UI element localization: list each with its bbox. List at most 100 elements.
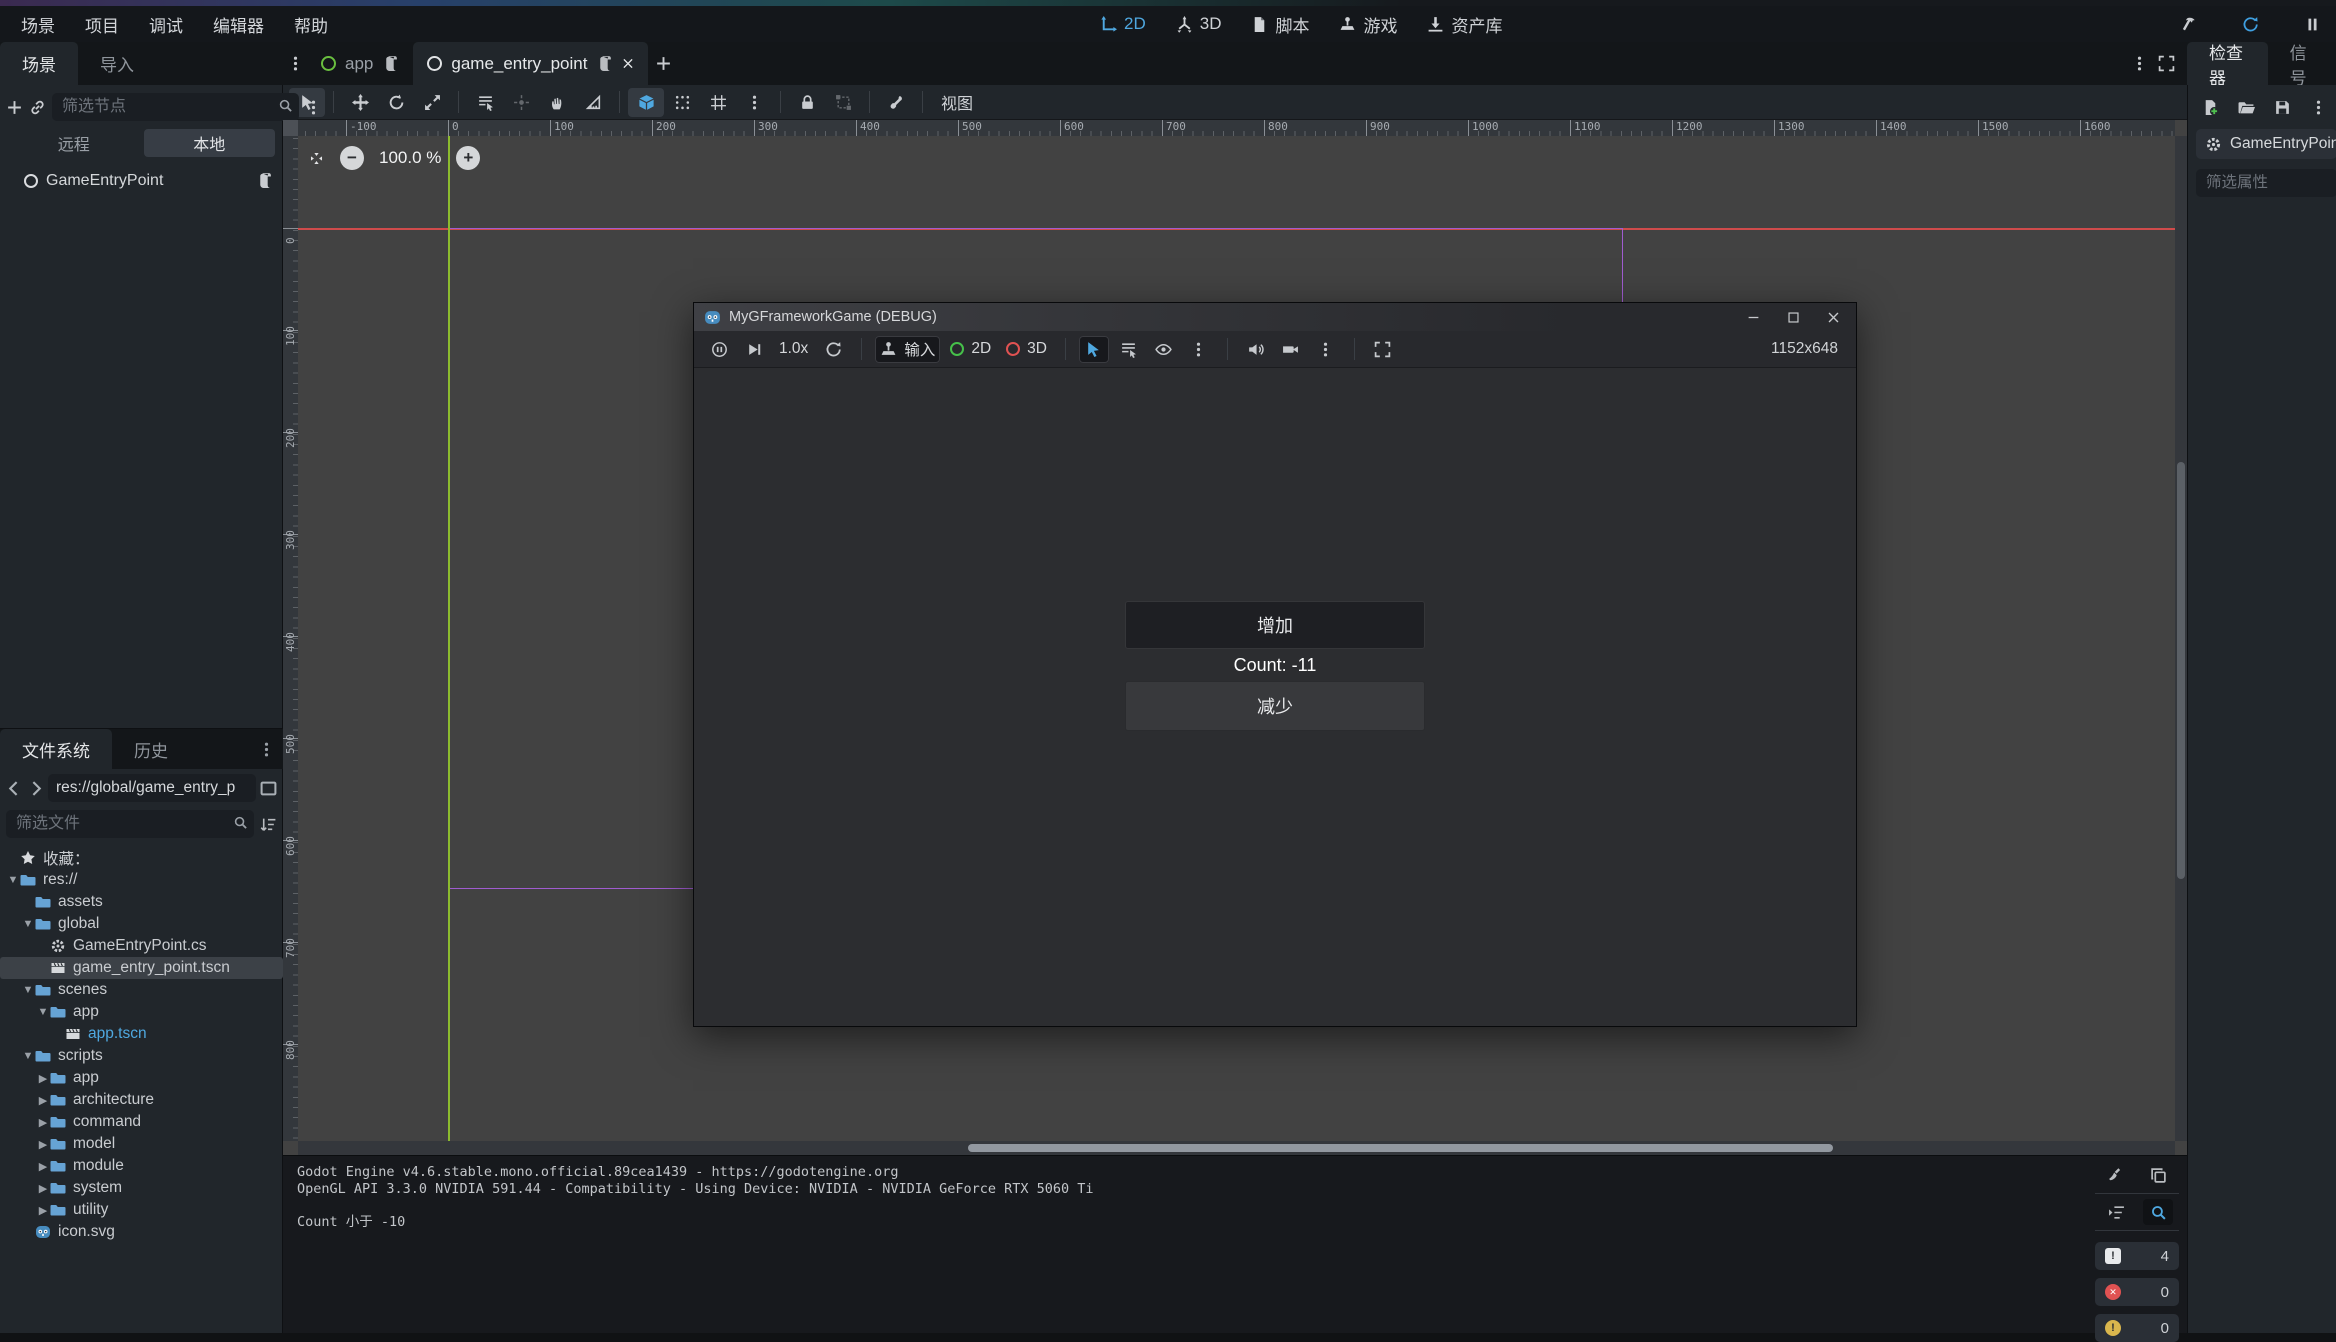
camera-options-button[interactable] (1311, 336, 1341, 363)
zoom-in-button[interactable]: + (456, 146, 480, 170)
next-frame-button[interactable] (739, 336, 769, 363)
maximize-icon[interactable] (1787, 311, 1800, 324)
file-tree-item-res[interactable]: ▼res:// (0, 869, 283, 891)
warning-count-badge[interactable]: !0 (2095, 1314, 2179, 1342)
group-node-button[interactable] (825, 88, 861, 117)
scene-dock-menu-button[interactable] (305, 93, 322, 122)
pan-tool-button[interactable] (539, 88, 575, 117)
speed-select[interactable]: 1.0x (774, 336, 813, 363)
inspector-tab-1[interactable]: 信号 (2268, 42, 2336, 85)
decrease-button[interactable]: 减少 (1125, 681, 1425, 731)
file-tree-item-global[interactable]: ▼global (0, 913, 283, 935)
embed-fullscreen-button[interactable] (1368, 336, 1398, 363)
filter-files-input[interactable] (6, 810, 254, 838)
select-mode-button[interactable] (1079, 336, 1109, 363)
workspace-2d[interactable]: 2D (1100, 14, 1146, 34)
scale-tool-button[interactable] (414, 88, 450, 117)
camera-3d-button[interactable]: 3D (1001, 336, 1052, 363)
snap-menu-button[interactable] (736, 88, 772, 117)
attached-script-icon[interactable] (256, 172, 273, 189)
camera-2d-button[interactable]: 2D (945, 336, 996, 363)
vertical-scrollbar[interactable] (2175, 136, 2187, 1141)
reload-button[interactable] (2232, 10, 2268, 39)
pivot-button[interactable] (503, 88, 539, 117)
filesystem-tab-0[interactable]: 文件系统 (0, 729, 112, 769)
input-mode-button[interactable]: 输入 (875, 336, 940, 363)
expand-arrow-icon[interactable]: ▶ (36, 1182, 50, 1195)
file-tree-item-architecture[interactable]: ▶architecture (0, 1089, 283, 1111)
inspector-tab-0[interactable]: 检查器 (2187, 42, 2268, 85)
close-tab-icon[interactable] (622, 55, 634, 72)
tab-list-menu-button[interactable] (2127, 49, 2151, 78)
center-view-icon[interactable] (308, 150, 325, 167)
file-tree-item-command[interactable]: ▶command (0, 1111, 283, 1133)
split-view-icon[interactable] (260, 780, 277, 797)
expand-arrow-icon[interactable]: ▶ (36, 1204, 50, 1217)
remote-tab[interactable]: 远程 (8, 129, 140, 157)
new-scene-tab-button[interactable] (648, 49, 678, 78)
file-tree-item-[interactable]: 收藏： (0, 847, 283, 869)
list-select-button[interactable] (467, 88, 503, 117)
filesystem-menu-icon[interactable] (258, 741, 275, 758)
file-tree-item-scripts[interactable]: ▼scripts (0, 1045, 283, 1067)
menu-1[interactable]: 项目 (70, 9, 134, 39)
move-tool-button[interactable] (342, 88, 378, 117)
current-path-input[interactable] (48, 774, 256, 802)
close-icon[interactable] (1827, 311, 1840, 324)
file-tree-item-app[interactable]: ▼app (0, 1001, 283, 1023)
file-tree-item-app[interactable]: ▶app (0, 1067, 283, 1089)
scene-tab-game_entry_point[interactable]: game_entry_point (413, 42, 648, 85)
copy-output-button[interactable] (2143, 1162, 2173, 1188)
filter-nodes-input[interactable] (52, 93, 299, 121)
increase-button[interactable]: 增加 (1125, 601, 1425, 649)
load-resource-icon[interactable] (2238, 99, 2255, 116)
workspace-3d[interactable]: 3D (1176, 14, 1222, 34)
file-tree-item-assets[interactable]: assets (0, 891, 283, 913)
zoom-level[interactable]: 100.0 % (379, 148, 441, 168)
file-tree-item-model[interactable]: ▶model (0, 1133, 283, 1155)
new-resource-icon[interactable] (2202, 99, 2219, 116)
camera-override-button[interactable] (1276, 336, 1306, 363)
expand-arrow-icon[interactable]: ▶ (36, 1072, 50, 1085)
snap-options-grid-button[interactable] (700, 88, 736, 117)
local-tab[interactable]: 本地 (144, 129, 276, 157)
minimize-icon[interactable] (1747, 311, 1760, 324)
save-resource-icon[interactable] (2274, 99, 2291, 116)
vertical-scrollbar-thumb[interactable] (2177, 462, 2185, 879)
picking-mode-button[interactable] (1149, 336, 1179, 363)
message-count-badge[interactable]: !4 (2095, 1242, 2179, 1270)
file-tree-item-GameEntryPoint.cs[interactable]: GameEntryPoint.cs (0, 935, 283, 957)
view-menu[interactable]: 视图 (931, 90, 983, 114)
expand-arrow-icon[interactable]: ▶ (36, 1160, 50, 1173)
skeleton-options-button[interactable] (878, 88, 914, 117)
expand-arrow-icon[interactable]: ▶ (36, 1116, 50, 1129)
expand-arrow-icon[interactable]: ▶ (36, 1138, 50, 1151)
file-tree-item-game_entry_point.tscn[interactable]: game_entry_point.tscn (0, 957, 283, 979)
forward-icon[interactable] (27, 780, 44, 797)
scene-tree-root-node[interactable]: GameEntryPoint (0, 167, 283, 194)
selection-options-button[interactable] (1184, 336, 1214, 363)
workspace-脚本[interactable]: 脚本 (1251, 12, 1309, 37)
add-node-button[interactable] (6, 93, 23, 122)
clear-output-button[interactable] (2101, 1162, 2131, 1188)
file-tree-item-app.tscn[interactable]: app.tscn (0, 1023, 283, 1045)
pause-button[interactable] (2294, 10, 2330, 39)
distraction-free-button[interactable] (2151, 49, 2181, 78)
menu-4[interactable]: 帮助 (279, 9, 343, 39)
inspected-node[interactable]: GameEntryPoint.. (2196, 129, 2336, 159)
error-count-badge[interactable]: ✕0 (2095, 1278, 2179, 1306)
scene-tabs-menu-button[interactable] (283, 49, 307, 78)
expand-arrow-icon[interactable]: ▶ (36, 1094, 50, 1107)
inspector-menu-icon[interactable] (2310, 99, 2327, 116)
zoom-out-button[interactable]: − (340, 146, 364, 170)
collapse-messages-button[interactable] (2101, 1199, 2131, 1225)
back-icon[interactable] (6, 780, 23, 797)
game-window-titlebar[interactable]: MyGFrameworkGame (DEBUG) (694, 303, 1856, 331)
expand-arrow-icon[interactable]: ▼ (21, 918, 35, 930)
search-output-button[interactable] (2143, 1199, 2173, 1225)
reset-speed-button[interactable] (818, 336, 848, 363)
filesystem-tab-1[interactable]: 历史 (112, 729, 190, 769)
sort-files-icon[interactable] (260, 816, 277, 833)
list-select-button[interactable] (1114, 336, 1144, 363)
mute-audio-button[interactable] (1241, 336, 1271, 363)
